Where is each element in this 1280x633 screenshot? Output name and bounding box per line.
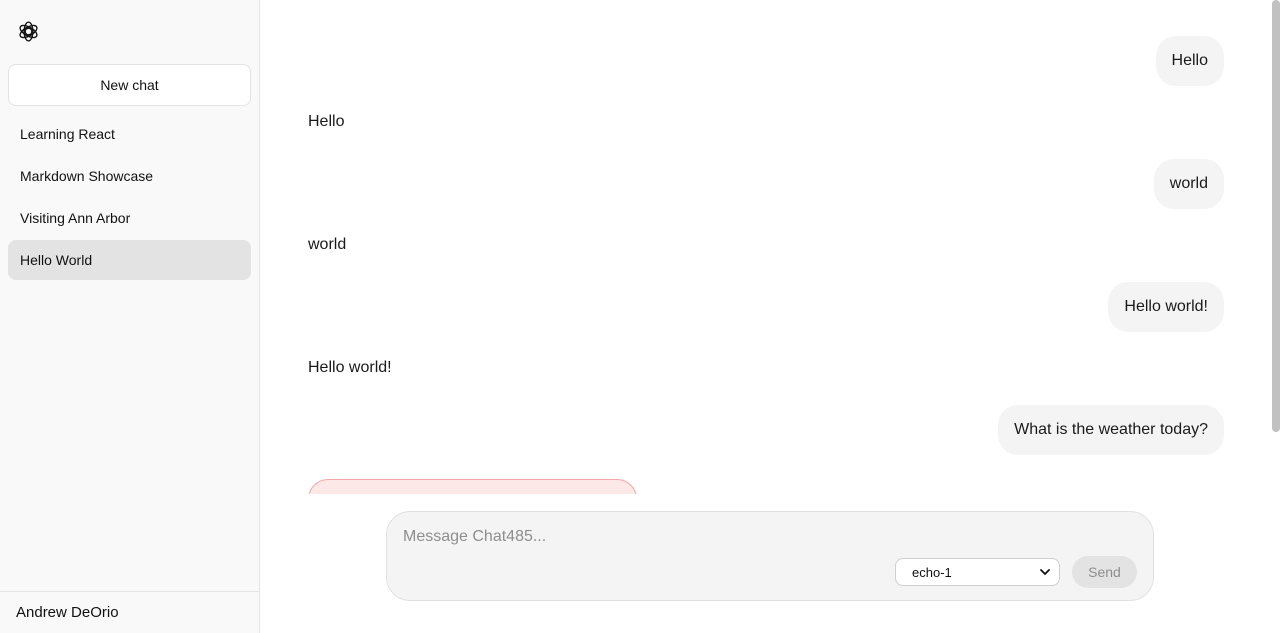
user-message: Hello xyxy=(308,36,1224,86)
user-message: What is the weather today? xyxy=(308,405,1224,455)
sidebar-item-hello-world[interactable]: Hello World xyxy=(8,240,251,280)
sidebar-item-visiting-ann-arbor[interactable]: Visiting Ann Arbor xyxy=(8,198,251,238)
message-composer: echo-1 Send xyxy=(386,511,1154,601)
user-message-bubble: world xyxy=(1153,159,1224,209)
user-message-bubble: What is the weather today? xyxy=(998,405,1224,455)
error-message-box xyxy=(308,479,637,494)
user-name: Andrew DeOrio xyxy=(16,604,119,621)
new-chat-button[interactable]: New chat xyxy=(8,64,251,106)
scrollbar-thumb[interactable] xyxy=(1272,0,1280,432)
chat-history-list: Learning React Markdown Showcase Visitin… xyxy=(8,114,251,282)
user-message-bubble: Hello xyxy=(1155,36,1224,86)
chevron-down-icon xyxy=(1039,566,1051,578)
model-select-value: echo-1 xyxy=(912,564,952,580)
message-list: Hello Hello world world Hello world! Hel… xyxy=(308,36,1224,494)
sidebar-item-markdown-showcase[interactable]: Markdown Showcase xyxy=(8,156,251,196)
main-panel: Hello Hello world world Hello world! Hel… xyxy=(260,0,1280,633)
model-select[interactable]: echo-1 xyxy=(895,558,1060,586)
user-message-bubble: Hello world! xyxy=(1108,282,1224,332)
assistant-message: world xyxy=(308,236,347,253)
assistant-message: Hello world! xyxy=(308,359,392,376)
sidebar: New chat Learning React Markdown Showcas… xyxy=(0,0,260,633)
assistant-message: Hello xyxy=(308,113,345,130)
send-button[interactable]: Send xyxy=(1072,556,1137,588)
sidebar-item-learning-react[interactable]: Learning React xyxy=(8,114,251,154)
message-input[interactable] xyxy=(403,526,1123,548)
user-message: Hello world! xyxy=(308,282,1224,332)
user-message: world xyxy=(308,159,1224,209)
user-profile[interactable]: Andrew DeOrio xyxy=(0,591,259,633)
openai-logo-icon[interactable] xyxy=(16,19,41,44)
